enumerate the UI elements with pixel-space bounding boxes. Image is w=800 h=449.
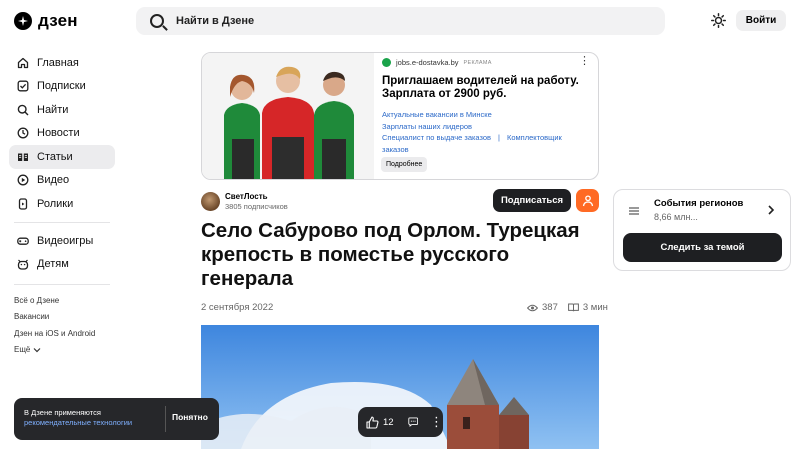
chevron-right-icon[interactable] <box>767 205 775 215</box>
ad-banner[interactable]: jobs.e-dostavka.by Реклама ⋮ Приглашаем … <box>201 52 599 180</box>
ad-more-button[interactable]: Подробнее <box>381 157 428 172</box>
eye-icon <box>527 304 538 311</box>
subscriptions-icon <box>17 80 29 92</box>
logo[interactable]: дзен <box>14 11 78 31</box>
advertiser-logo-icon <box>382 58 391 67</box>
search-icon <box>150 14 164 28</box>
author-subscribers: 3805 подписчиков <box>225 202 288 211</box>
home-icon <box>17 57 29 68</box>
footer-links: Всё о Дзене Вакансии Дзен на iOS и Andro… <box>14 292 95 358</box>
notice-divider <box>165 406 166 432</box>
ad-title[interactable]: Приглашаем водителей на работу. Зарплата… <box>382 75 590 101</box>
sidebar-nav-secondary: Видеоигры Детям <box>9 229 115 276</box>
footer-link-about[interactable]: Всё о Дзене <box>14 292 95 309</box>
sidebar-item-shorts[interactable]: Ролики <box>9 192 115 216</box>
notice-text: В Дзене применяются рекомендательные тех… <box>24 408 132 428</box>
author-avatar[interactable] <box>201 192 220 211</box>
footer-link-apps[interactable]: Дзен на iOS и Android <box>14 325 95 342</box>
subscribe-button[interactable]: Подписаться <box>493 189 571 212</box>
sidebar-item-label: Видеоигры <box>37 234 94 247</box>
ad-more-icon[interactable]: ⋮ <box>579 56 590 67</box>
sidebar-item-articles[interactable]: Статьи <box>9 145 115 169</box>
more-options-icon[interactable]: ⋮ <box>430 415 443 428</box>
topic-title[interactable]: События регионов <box>654 198 743 209</box>
recommendation-notice: В Дзене применяются рекомендательные тех… <box>14 398 219 440</box>
sidebar-item-label: Детям <box>37 258 69 271</box>
sidebar-item-label: Найти <box>37 103 69 116</box>
share-icon <box>582 194 593 206</box>
article-date: 2 сентября 2022 <box>201 302 274 313</box>
likes-count: 12 <box>383 416 394 428</box>
sidebar-item-video[interactable]: Видео <box>9 169 115 193</box>
news-icon <box>17 127 29 139</box>
article-title: Село Сабурово под Орлом. Турецкая крепос… <box>201 219 580 290</box>
sidebar-item-label: Новости <box>37 127 80 140</box>
thumbs-up-icon <box>366 415 379 429</box>
sidebar-item-videogames[interactable]: Видеоигры <box>9 229 115 253</box>
theme-sun-icon[interactable] <box>711 13 726 28</box>
sidebar-item-search[interactable]: Найти <box>9 98 115 122</box>
sidebar-item-label: Подписки <box>37 80 86 93</box>
follow-topic-button[interactable]: Следить за темой <box>623 233 782 262</box>
footer-link-vacancies[interactable]: Вакансии <box>14 309 95 326</box>
sidebar-item-label: Видео <box>37 174 70 187</box>
sidebar-item-news[interactable]: Новости <box>9 122 115 146</box>
ad-link[interactable]: Актуальные вакансии в Минске <box>382 109 590 121</box>
sidebar-divider <box>14 222 110 223</box>
article-action-bar: 12 ⋮ <box>358 407 443 437</box>
search-input[interactable]: Найти в Дзене <box>136 7 665 35</box>
ad-link-separator: | <box>498 133 500 142</box>
sidebar-item-label: Статьи <box>37 150 73 163</box>
sidebar-nav: Главная Подписки Найти Новости Статьи Ви… <box>9 51 115 216</box>
login-button[interactable]: Войти <box>736 10 786 31</box>
logo-text: дзен <box>38 11 78 30</box>
topic-subtitle: 8,66 млн... <box>654 212 698 222</box>
ad-links: Актуальные вакансии в Минске Зарплаты на… <box>382 109 590 155</box>
shorts-icon <box>18 198 28 210</box>
gamepad-icon <box>17 237 29 245</box>
share-button[interactable] <box>576 189 599 212</box>
ad-source[interactable]: jobs.e-dostavka.by Реклама <box>382 58 590 67</box>
topic-card: События регионов 8,66 млн... Следить за … <box>613 189 791 271</box>
book-icon <box>567 303 579 312</box>
kids-icon <box>17 259 29 270</box>
views-count: 387 <box>542 302 558 313</box>
sidebar-divider <box>14 284 110 285</box>
ad-content: jobs.e-dostavka.by Реклама ⋮ Приглашаем … <box>374 53 598 179</box>
video-icon <box>17 174 29 186</box>
search-placeholder: Найти в Дзене <box>176 15 255 27</box>
notice-link[interactable]: рекомендательные технологии <box>24 418 132 428</box>
dzen-logo-icon <box>14 12 32 30</box>
menu-lines-icon <box>629 207 639 215</box>
comment-icon[interactable] <box>407 416 418 428</box>
article-stats: 387 3 мин <box>527 302 608 313</box>
chevron-down-icon <box>33 347 41 353</box>
ad-source-domain: jobs.e-dostavka.by <box>396 58 459 67</box>
author-name[interactable]: СветЛость <box>225 192 268 201</box>
ad-people-illustration <box>202 53 374 179</box>
sidebar-item-home[interactable]: Главная <box>9 51 115 75</box>
notice-text-line: В Дзене применяются <box>24 408 101 417</box>
ad-label: Реклама <box>463 59 492 66</box>
sidebar-item-label: Ролики <box>37 197 74 210</box>
sidebar-item-kids[interactable]: Детям <box>9 253 115 277</box>
sidebar-item-label: Главная <box>37 56 79 69</box>
ad-link[interactable]: Зарплаты наших лидеров <box>382 121 590 133</box>
footer-link-more[interactable]: Ещё <box>14 342 95 359</box>
notice-ok-button[interactable]: Понятно <box>172 412 208 422</box>
like-button[interactable]: 12 <box>366 415 394 429</box>
ad-image <box>202 53 374 179</box>
ad-link[interactable]: Специалист по выдаче заказов <box>382 133 491 142</box>
read-time: 3 мин <box>582 302 608 313</box>
search-icon <box>17 104 29 116</box>
sidebar-item-subscriptions[interactable]: Подписки <box>9 75 115 99</box>
articles-icon <box>18 153 28 161</box>
